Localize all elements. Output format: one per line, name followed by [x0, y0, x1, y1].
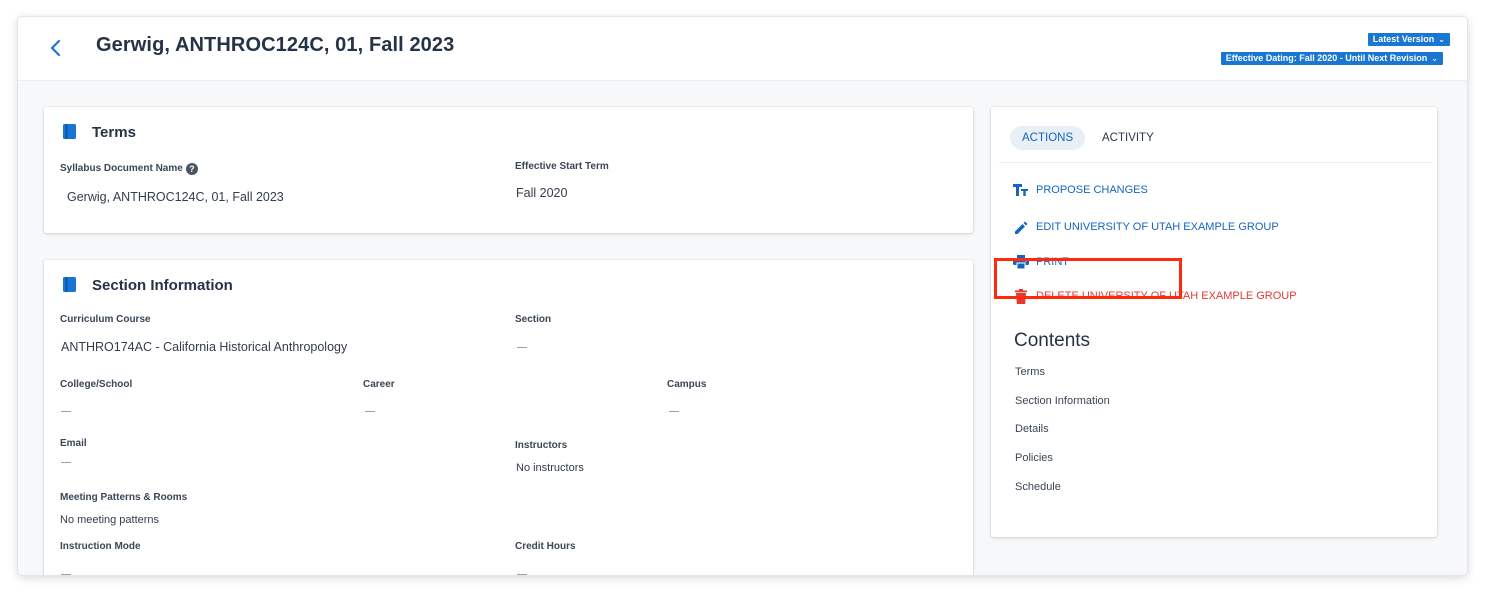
effective-dating-dropdown[interactable]: Effective Dating: Fall 2020 - Until Next…: [1220, 52, 1443, 65]
effective-start-term-label: Effective Start Term: [515, 161, 609, 172]
page-title: Gerwig, ANTHROC124C, 01, Fall 2023: [96, 34, 455, 56]
book-icon: [63, 124, 76, 139]
edit-group-label: EDIT UNIVERSITY OF UTAH EXAMPLE GROUP: [1036, 221, 1279, 233]
tab-actions[interactable]: ACTIONS: [1010, 126, 1086, 150]
career-label: Career: [363, 379, 395, 390]
divider: [999, 162, 1431, 163]
version-label: Latest Version: [1372, 34, 1435, 44]
instructors-value: No instructors: [516, 462, 584, 474]
book-icon: [63, 277, 76, 292]
meeting-patterns-label: Meeting Patterns & Rooms: [60, 492, 188, 503]
effective-dating-label: Effective Dating: Fall 2020 - Until Next…: [1225, 53, 1428, 63]
chevron-down-icon: ⌄: [1438, 35, 1445, 44]
instruction-mode-empty-value: [61, 574, 71, 575]
page-header: Gerwig, ANTHROC124C, 01, Fall 2023 Lates…: [18, 17, 1467, 81]
syllabus-doc-name-value: Gerwig, ANTHROC124C, 01, Fall 2023: [67, 190, 284, 204]
section-empty-value: [517, 347, 527, 348]
delete-group-label: DELETE UNIVERSITY OF UTAH EXAMPLE GROUP: [1036, 290, 1297, 302]
trash-icon: [1013, 288, 1029, 304]
credit-hours-empty-value: [517, 574, 527, 575]
instructors-label: Instructors: [515, 440, 568, 451]
edit-group-button[interactable]: EDIT UNIVERSITY OF UTAH EXAMPLE GROUP: [1013, 217, 1279, 237]
section-label: Section: [515, 314, 552, 325]
print-label: PRINT: [1036, 256, 1069, 268]
email-label: Email: [60, 438, 87, 449]
section-information-heading: Section Information: [92, 277, 233, 294]
chevron-left-icon[interactable]: [46, 36, 66, 60]
actions-sidebar: ACTIONS ACTIVITY PROPOSE CHANGES EDIT UN…: [991, 107, 1437, 537]
campus-label: Campus: [667, 379, 707, 390]
effective-start-term-value: Fall 2020: [516, 186, 568, 200]
contents-link-policies[interactable]: Policies: [1015, 452, 1053, 464]
tab-activity[interactable]: ACTIVITY: [1102, 126, 1154, 150]
section-information-card: Section Information Curriculum Course AN…: [44, 260, 973, 575]
syllabus-doc-name-label: Syllabus Document Name?: [60, 163, 198, 175]
app-window: Gerwig, ANTHROC124C, 01, Fall 2023 Lates…: [18, 17, 1467, 575]
instruction-mode-label: Instruction Mode: [60, 541, 141, 552]
credit-hours-label: Credit Hours: [515, 541, 576, 552]
propose-changes-label: PROPOSE CHANGES: [1036, 184, 1148, 196]
contents-heading: Contents: [1014, 330, 1091, 351]
contents-link-terms[interactable]: Terms: [1015, 366, 1045, 378]
terms-card: Terms Syllabus Document Name? Gerwig, AN…: [44, 107, 973, 233]
pencil-icon: [1013, 219, 1029, 235]
college-school-empty-value: [61, 411, 71, 412]
text-format-icon: [1013, 182, 1029, 198]
curriculum-course-value: ANTHRO174AC - California Historical Anth…: [61, 340, 348, 354]
contents-link-schedule[interactable]: Schedule: [1015, 481, 1061, 493]
print-button[interactable]: PRINT: [1013, 252, 1069, 272]
contents-link-details[interactable]: Details: [1015, 423, 1049, 435]
college-school-label: College/School: [60, 379, 133, 390]
version-dropdown[interactable]: Latest Version ⌄: [1367, 33, 1450, 46]
career-empty-value: [365, 411, 375, 412]
meeting-patterns-value: No meeting patterns: [60, 514, 160, 526]
help-icon[interactable]: ?: [185, 163, 198, 175]
terms-heading: Terms: [92, 124, 136, 141]
propose-changes-button[interactable]: PROPOSE CHANGES: [1013, 180, 1148, 200]
delete-group-button[interactable]: DELETE UNIVERSITY OF UTAH EXAMPLE GROUP: [1013, 286, 1297, 306]
contents-link-section-information[interactable]: Section Information: [1015, 395, 1110, 407]
chevron-down-icon: ⌄: [1431, 54, 1438, 63]
campus-empty-value: [669, 411, 679, 412]
email-empty-value: [61, 462, 71, 463]
curriculum-course-label: Curriculum Course: [60, 314, 151, 325]
printer-icon: [1013, 254, 1029, 270]
